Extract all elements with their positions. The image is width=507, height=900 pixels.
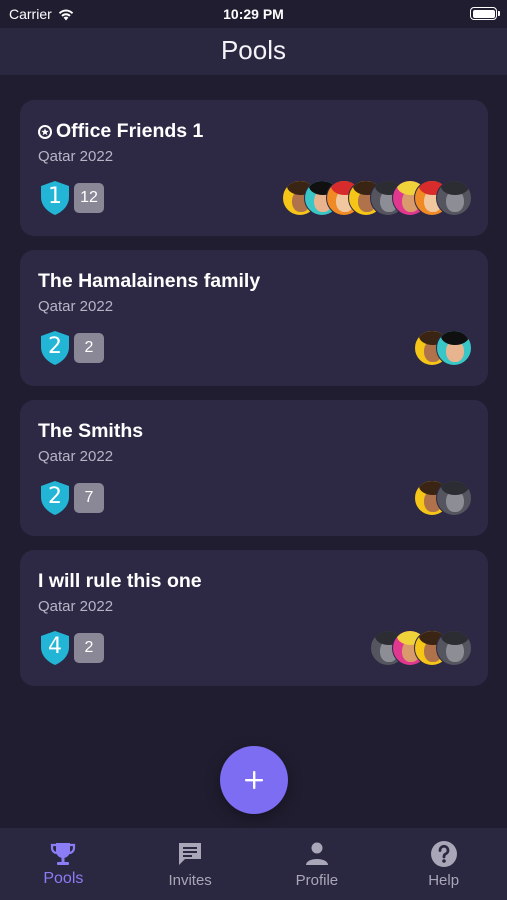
pool-card[interactable]: Office Friends 1 Qatar 2022 1 12 <box>20 100 488 236</box>
member-count-badge: 2 <box>74 633 104 663</box>
navigation-bar: Pools <box>0 28 507 75</box>
chat-icon <box>179 843 202 865</box>
pool-name-text: I will rule this one <box>38 570 202 592</box>
page-title: Pools <box>220 35 287 65</box>
pool-card[interactable]: The Smiths Qatar 2022 2 7 <box>20 400 488 536</box>
member-avatars <box>282 180 472 216</box>
plus-icon <box>245 771 263 789</box>
member-count-badge: 12 <box>74 183 104 213</box>
tab-invites-label: Invites <box>168 872 212 889</box>
question-icon <box>430 841 457 867</box>
battery-icon <box>470 7 500 20</box>
pool-name-text: The Smiths <box>38 420 144 442</box>
rank-number: 1 <box>48 184 62 209</box>
person-icon <box>305 842 328 865</box>
rank-number: 4 <box>48 634 62 659</box>
pool-list: Office Friends 1 Qatar 2022 1 12 The Hamalai… <box>20 100 488 700</box>
rank-number: 2 <box>48 334 62 359</box>
tab-help[interactable]: Help <box>380 828 507 900</box>
tab-pools[interactable]: Pools <box>0 828 127 900</box>
avatar <box>436 480 472 516</box>
clock: 10:29 PM <box>223 6 284 22</box>
member-avatars <box>370 630 472 666</box>
pool-name: Office Friends 1 <box>38 120 203 143</box>
pool-name-text: Office Friends 1 <box>56 120 204 142</box>
tab-bar: Pools Invites Profile Help <box>0 828 507 900</box>
rank-badge: 1 <box>40 180 70 216</box>
pool-card[interactable]: The Hamalainens family Qatar 2022 2 2 <box>20 250 488 386</box>
pool-name-text: The Hamalainens family <box>38 270 261 292</box>
pool-tournament: Qatar 2022 <box>38 598 114 615</box>
member-avatars <box>414 480 472 516</box>
tab-help-label: Help <box>428 872 460 889</box>
tab-profile[interactable]: Profile <box>254 828 381 900</box>
pool-card[interactable]: I will rule this one Qatar 2022 4 2 <box>20 550 488 686</box>
owner-star-icon <box>38 124 52 139</box>
pool-name: The Smiths <box>38 420 143 443</box>
rank-badge: 2 <box>40 480 70 516</box>
add-pool-button[interactable] <box>220 746 288 814</box>
rank-badge: 2 <box>40 330 70 366</box>
status-bar: Carrier 10:29 PM <box>0 0 507 28</box>
tab-profile-label: Profile <box>295 872 339 889</box>
avatar <box>436 630 472 666</box>
pool-tournament: Qatar 2022 <box>38 148 114 165</box>
rank-number: 2 <box>48 484 62 509</box>
tab-pools-label: Pools <box>43 870 84 887</box>
pool-name: The Hamalainens family <box>38 270 260 293</box>
member-count-badge: 7 <box>74 483 104 513</box>
avatar <box>436 330 472 366</box>
rank-badge: 4 <box>40 630 70 666</box>
tab-invites[interactable]: Invites <box>127 828 254 900</box>
pool-tournament: Qatar 2022 <box>38 298 114 315</box>
member-count-badge: 2 <box>74 333 104 363</box>
member-avatars <box>414 330 472 366</box>
pool-name: I will rule this one <box>38 570 202 593</box>
trophy-icon <box>51 843 76 865</box>
pool-tournament: Qatar 2022 <box>38 448 114 465</box>
avatar <box>436 180 472 216</box>
